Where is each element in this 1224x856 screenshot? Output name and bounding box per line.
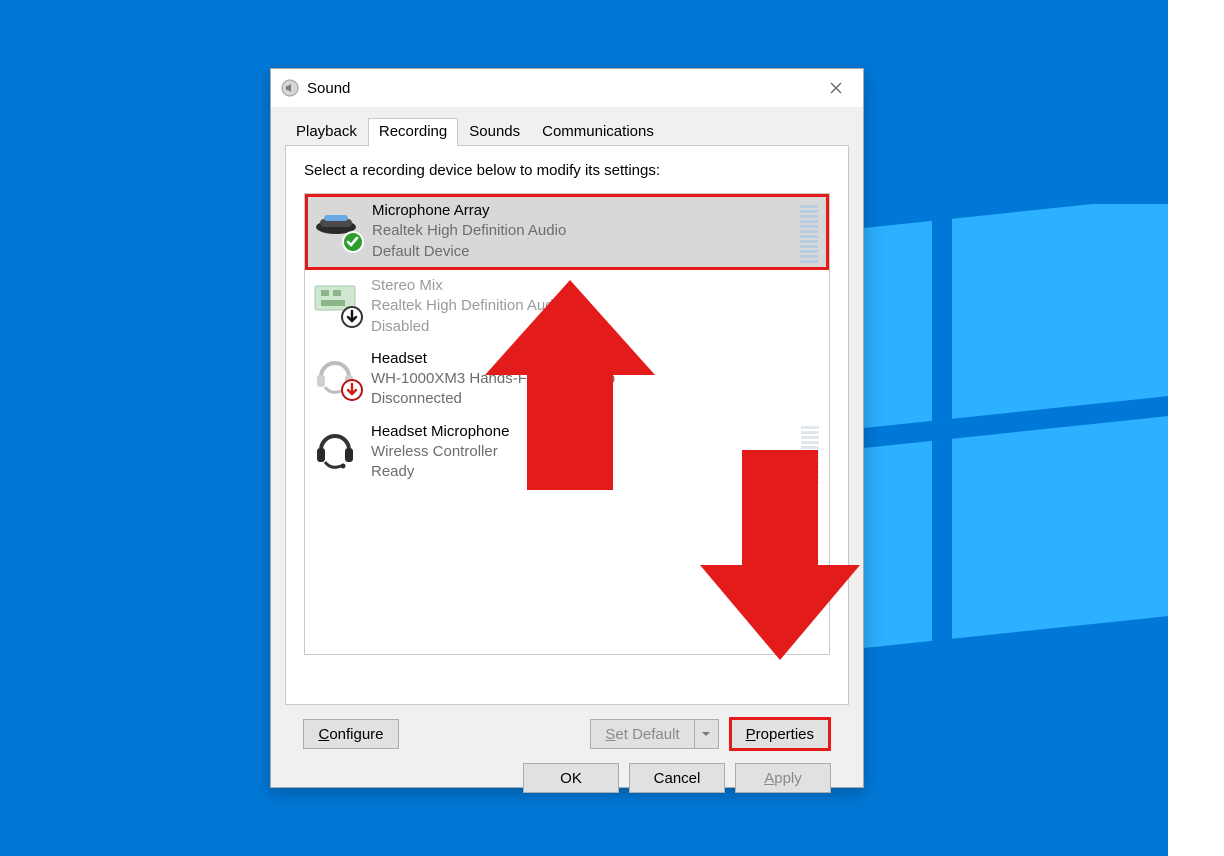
set-default-accelerator: S xyxy=(605,726,615,743)
tab-strip: Playback Recording Sounds Communications xyxy=(285,118,849,146)
level-meter xyxy=(801,424,819,484)
apply-accelerator: A xyxy=(764,770,774,787)
set-default-dropdown[interactable] xyxy=(695,719,719,749)
recording-device-list[interactable]: Microphone Array Realtek High Definition… xyxy=(304,193,830,655)
default-check-icon xyxy=(342,231,364,253)
disabled-down-icon xyxy=(341,306,363,328)
device-status: Ready xyxy=(371,462,789,482)
device-driver: WH-1000XM3 Hands-Free AG Audio xyxy=(371,369,819,389)
close-button[interactable] xyxy=(813,73,859,103)
properties-accelerator: P xyxy=(746,726,756,743)
microphone-array-icon xyxy=(312,201,360,249)
device-stereo-mix[interactable]: Stereo Mix Realtek High Definition Audio… xyxy=(305,270,829,343)
apply-label-rest: pply xyxy=(774,770,802,787)
tab-sounds[interactable]: Sounds xyxy=(458,118,531,146)
set-default-button[interactable]: Set Default xyxy=(590,719,694,749)
device-name: Headset xyxy=(371,349,819,369)
configure-button[interactable]: Configure xyxy=(303,719,399,749)
headset-icon xyxy=(311,349,359,397)
disconnected-icon xyxy=(341,379,363,401)
device-status: Default Device xyxy=(372,242,788,262)
properties-label-rest: roperties xyxy=(756,726,814,743)
configure-accelerator: C xyxy=(318,726,329,743)
page-margin xyxy=(1168,0,1224,856)
dialog-body: Playback Recording Sounds Communications… xyxy=(271,107,863,787)
device-microphone-array[interactable]: Microphone Array Realtek High Definition… xyxy=(305,194,829,270)
sound-icon xyxy=(281,79,299,97)
device-status: Disconnected xyxy=(371,389,819,409)
titlebar[interactable]: Sound xyxy=(271,69,863,107)
properties-button[interactable]: Properties xyxy=(729,717,831,751)
level-meter xyxy=(800,203,818,263)
tab-communications[interactable]: Communications xyxy=(531,118,665,146)
tab-playback[interactable]: Playback xyxy=(285,118,368,146)
device-driver: Realtek High Definition Audio xyxy=(371,296,819,316)
device-headset-microphone[interactable]: Headset Microphone Wireless Controller R… xyxy=(305,416,829,490)
tab-recording[interactable]: Recording xyxy=(368,118,458,146)
window-title: Sound xyxy=(307,80,350,97)
ok-button[interactable]: OK xyxy=(523,763,619,793)
tab-page-recording: Select a recording device below to modif… xyxy=(285,145,849,705)
instruction-text: Select a recording device below to modif… xyxy=(304,162,830,179)
device-status: Disabled xyxy=(371,317,819,337)
tab-actions: Configure Set Default Properties xyxy=(285,717,849,751)
device-driver: Realtek High Definition Audio xyxy=(372,221,788,241)
device-name: Headset Microphone xyxy=(371,422,789,442)
dialog-footer: OK Cancel Apply xyxy=(285,751,849,793)
stereo-mix-icon xyxy=(311,276,359,324)
headset-microphone-icon xyxy=(311,422,359,470)
sound-dialog: Sound Playback Recording Sounds Communic… xyxy=(270,68,864,788)
device-driver: Wireless Controller xyxy=(371,442,789,462)
configure-label-rest: onfigure xyxy=(329,726,383,743)
set-default-split-button[interactable]: Set Default xyxy=(590,719,718,749)
device-headset[interactable]: Headset WH-1000XM3 Hands-Free AG Audio D… xyxy=(305,343,829,416)
apply-button[interactable]: Apply xyxy=(735,763,831,793)
device-name: Microphone Array xyxy=(372,201,788,221)
cancel-button[interactable]: Cancel xyxy=(629,763,725,793)
set-default-label-rest: et Default xyxy=(615,726,679,743)
device-name: Stereo Mix xyxy=(371,276,819,296)
